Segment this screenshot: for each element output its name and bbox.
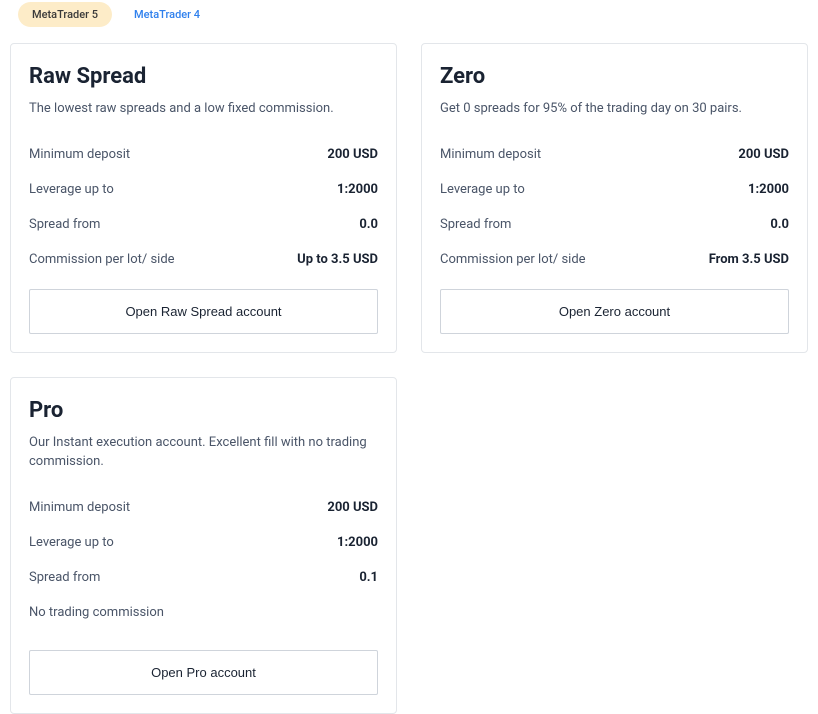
spec-value: 200 USD <box>738 147 789 162</box>
spec-note: No trading commission <box>29 595 378 638</box>
spec-row: Leverage up to 1:2000 <box>29 172 378 207</box>
spec-row: Minimum deposit 200 USD <box>29 490 378 525</box>
spec-row: Spread from 0.1 <box>29 560 378 595</box>
spec-row: Commission per lot/ side From 3.5 USD <box>440 242 789 277</box>
spec-label: Spread from <box>440 217 511 232</box>
spec-row: Spread from 0.0 <box>29 207 378 242</box>
spec-value: 200 USD <box>327 500 378 515</box>
spec-row: Spread from 0.0 <box>440 207 789 242</box>
spec-label: Minimum deposit <box>440 147 541 162</box>
spec-value: 0.0 <box>359 217 378 232</box>
open-rawspread-account-button[interactable]: Open Raw Spread account <box>29 289 378 334</box>
spec-label: Commission per lot/ side <box>440 252 586 267</box>
platform-tabs: MetaTrader 5 MetaTrader 4 <box>10 0 808 43</box>
spec-label: Minimum deposit <box>29 500 130 515</box>
spec-value: Up to 3.5 USD <box>297 252 378 267</box>
card-title: Pro <box>29 398 378 423</box>
spec-label: Leverage up to <box>440 182 525 197</box>
spec-label: Spread from <box>29 217 100 232</box>
account-card-pro: Pro Our Instant execution account. Excel… <box>10 377 397 714</box>
spec-label: Leverage up to <box>29 182 114 197</box>
spec-value: 1:2000 <box>337 182 378 197</box>
spec-value: 200 USD <box>327 147 378 162</box>
spec-value: 1:2000 <box>337 535 378 550</box>
account-card-zero: Zero Get 0 spreads for 95% of the tradin… <box>421 43 808 353</box>
spec-label: Leverage up to <box>29 535 114 550</box>
tab-metatrader5[interactable]: MetaTrader 5 <box>18 2 112 27</box>
accounts-grid: Raw Spread The lowest raw spreads and a … <box>10 43 808 714</box>
spec-row: Leverage up to 1:2000 <box>440 172 789 207</box>
account-card-rawspread: Raw Spread The lowest raw spreads and a … <box>10 43 397 353</box>
card-description: Our Instant execution account. Excellent… <box>29 433 378 472</box>
spec-value: From 3.5 USD <box>709 252 789 267</box>
card-description: Get 0 spreads for 95% of the trading day… <box>440 99 789 119</box>
open-zero-account-button[interactable]: Open Zero account <box>440 289 789 334</box>
spec-label: Minimum deposit <box>29 147 130 162</box>
spec-row: Commission per lot/ side Up to 3.5 USD <box>29 242 378 277</box>
spec-value: 0.1 <box>359 570 378 585</box>
card-title: Raw Spread <box>29 64 378 89</box>
card-description: The lowest raw spreads and a low fixed c… <box>29 99 378 119</box>
spec-row: Minimum deposit 200 USD <box>440 137 789 172</box>
tab-metatrader4[interactable]: MetaTrader 4 <box>120 2 214 27</box>
spec-row: Leverage up to 1:2000 <box>29 525 378 560</box>
open-pro-account-button[interactable]: Open Pro account <box>29 650 378 695</box>
card-title: Zero <box>440 64 789 89</box>
spec-row: Minimum deposit 200 USD <box>29 137 378 172</box>
spec-value: 0.0 <box>770 217 789 232</box>
spec-label: Commission per lot/ side <box>29 252 175 267</box>
spec-value: 1:2000 <box>748 182 789 197</box>
spec-label: Spread from <box>29 570 100 585</box>
